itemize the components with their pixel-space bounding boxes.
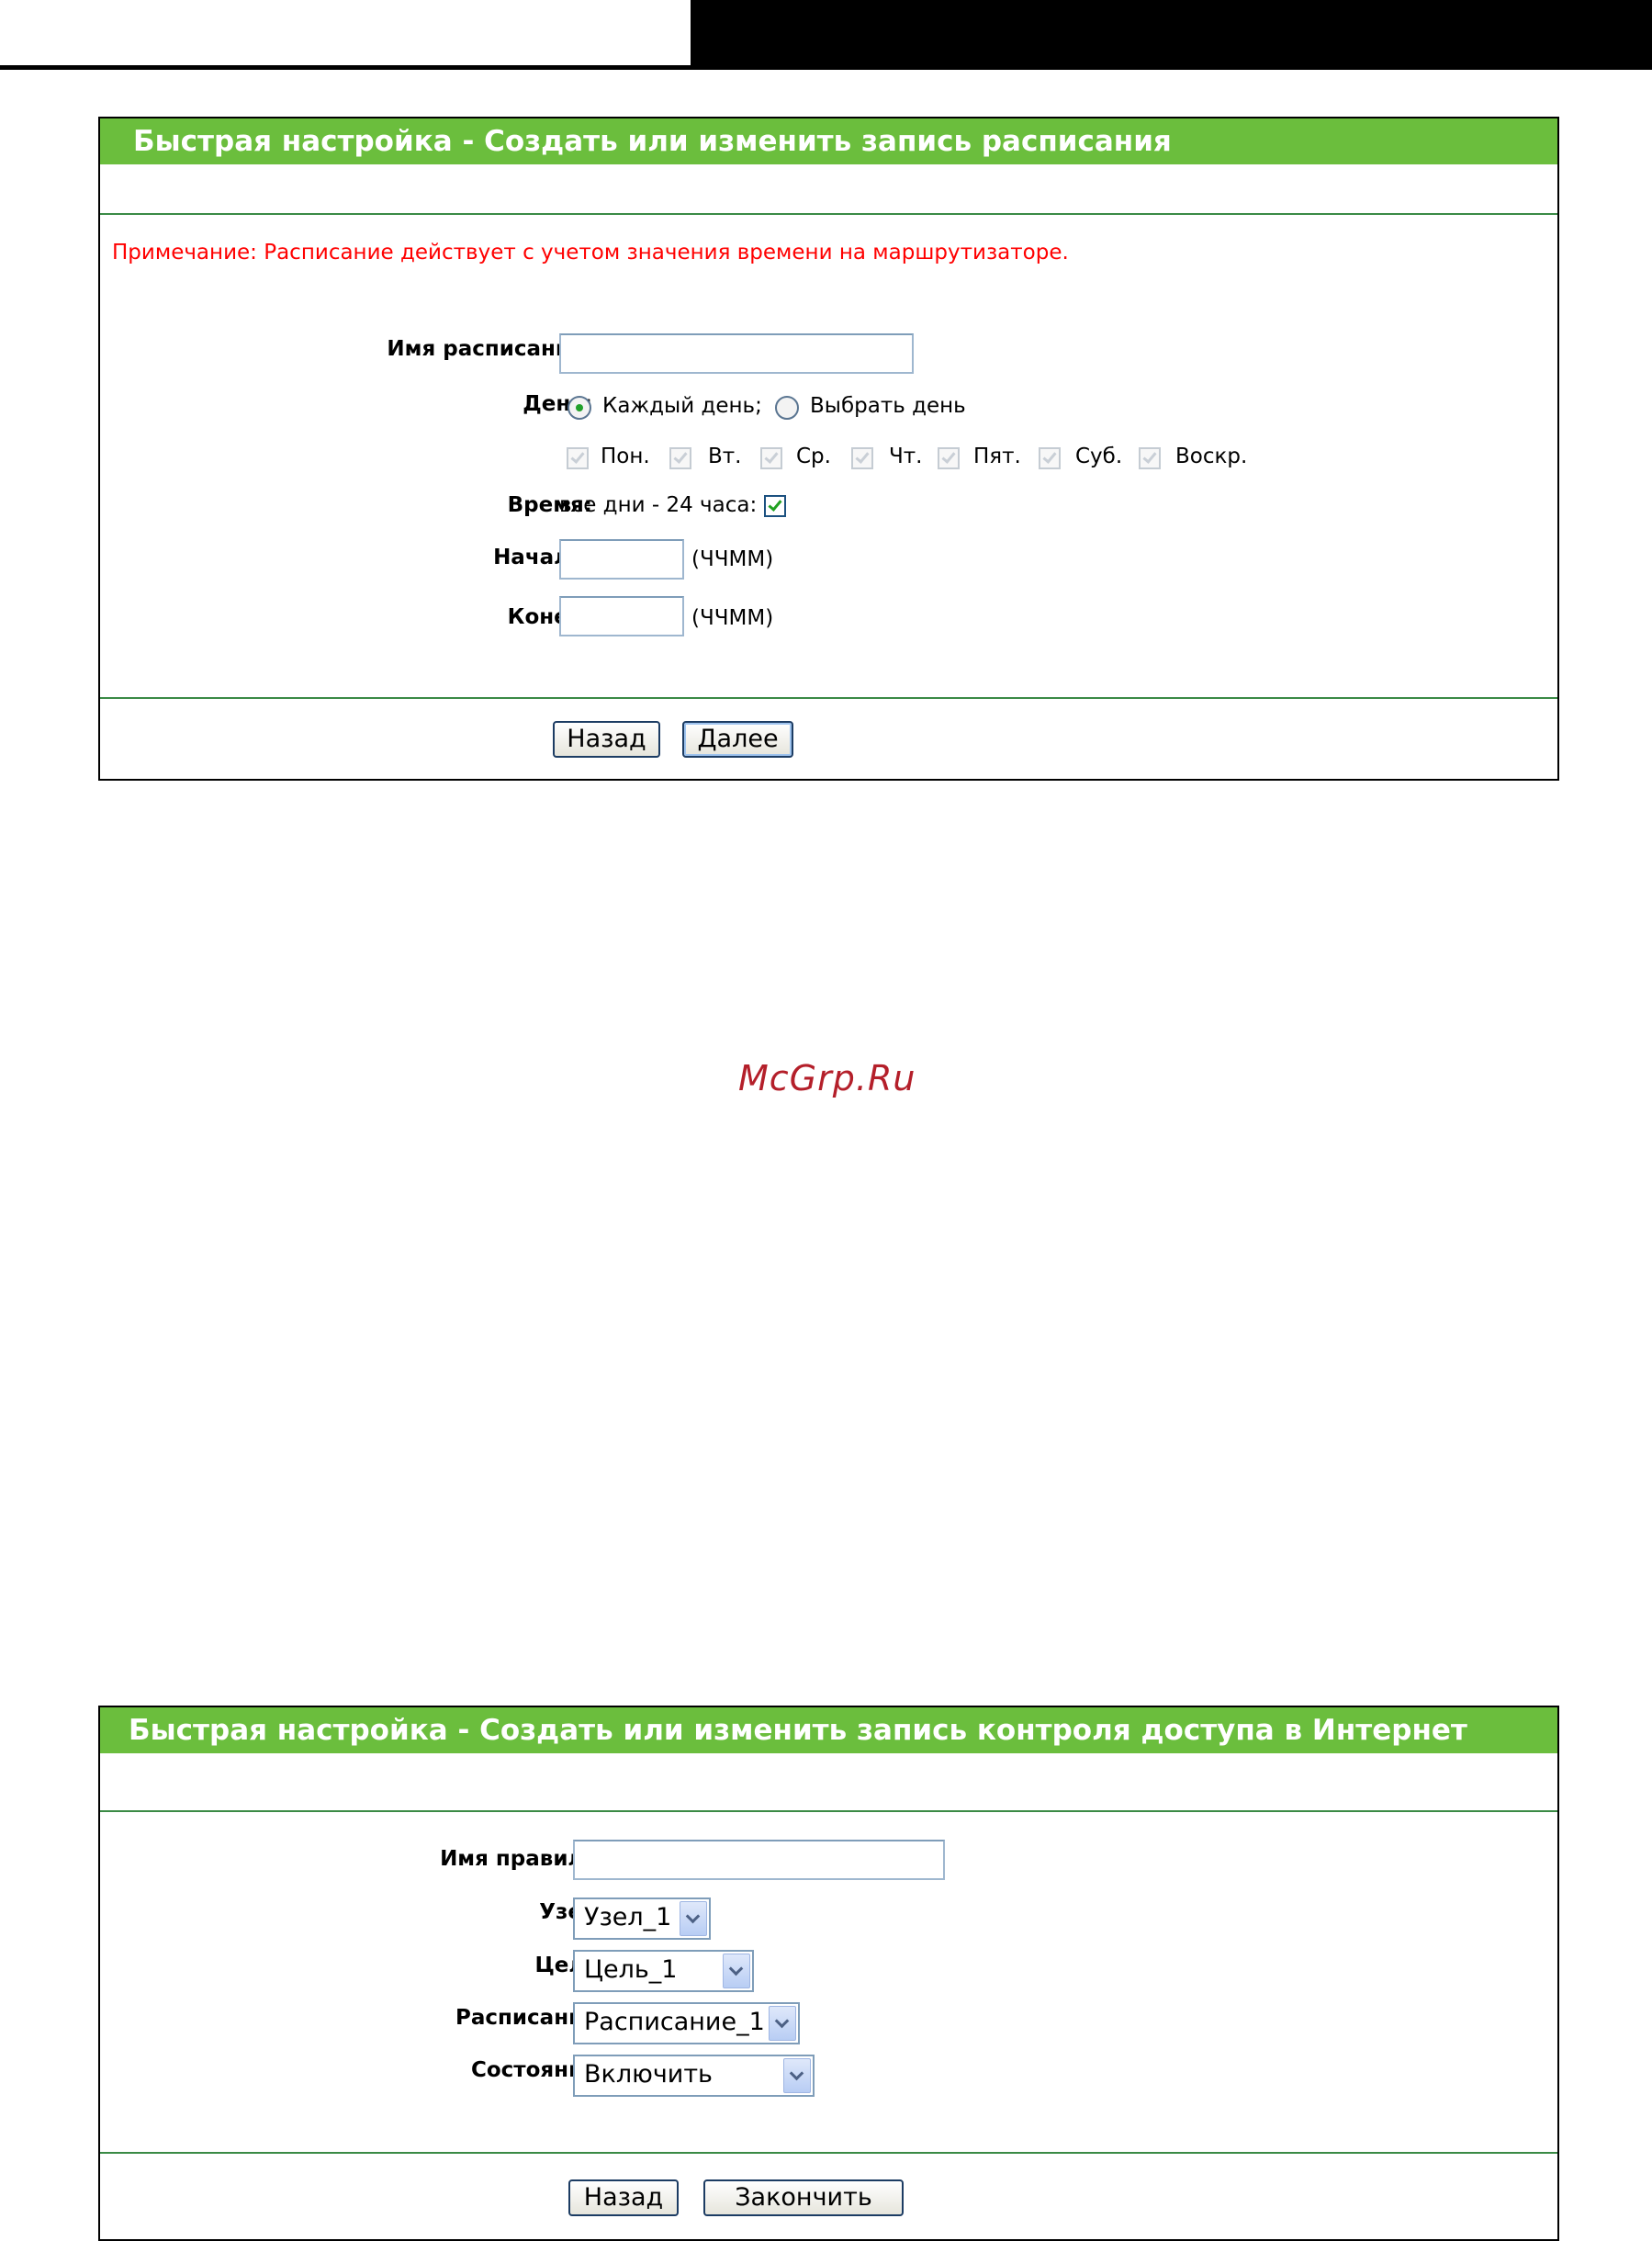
day-label-tue: Вт.	[708, 445, 742, 468]
check-icon	[768, 497, 782, 512]
chevron-down-icon	[680, 1901, 707, 1936]
every-day-radio[interactable]	[568, 396, 591, 420]
check-icon	[1142, 449, 1157, 464]
target-select-value: Цель_1	[584, 1955, 678, 1984]
schedule-note: Примечание: Расписание действует с учето…	[112, 241, 1069, 265]
access-control-panel: Быстрая настройка - Создать или изменить…	[98, 1706, 1559, 2241]
check-icon	[764, 449, 779, 464]
day-label-mon: Пон.	[601, 445, 650, 468]
access-bottom-divider	[100, 2152, 1557, 2154]
day-checkbox-tue[interactable]	[669, 447, 691, 469]
all-day-label: все дни - 24 часа:	[559, 493, 758, 517]
check-icon	[570, 449, 585, 464]
schedule-select[interactable]: Расписание_1	[573, 2002, 800, 2044]
schedule-bottom-divider	[100, 697, 1557, 699]
page-header-right	[691, 0, 1652, 70]
check-icon	[1042, 449, 1057, 464]
day-checkbox-wed[interactable]	[760, 447, 782, 469]
access-control-panel-title: Быстрая настройка - Создать или изменить…	[100, 1707, 1557, 1753]
day-checkbox-thu[interactable]	[851, 447, 873, 469]
day-checkbox-mon[interactable]	[567, 447, 589, 469]
status-select-value: Включить	[584, 2060, 713, 2089]
all-day-checkbox[interactable]	[764, 495, 786, 517]
finish-button[interactable]: Закончить	[703, 2179, 904, 2216]
chevron-down-icon	[783, 2058, 811, 2093]
watermark: McGrp.Ru	[738, 1058, 916, 1098]
chevron-down-icon	[769, 2006, 796, 2041]
day-label-sat: Суб.	[1075, 445, 1123, 468]
check-icon	[673, 449, 688, 464]
every-day-label: Каждый день;	[602, 394, 762, 418]
select-day-radio[interactable]	[775, 396, 799, 420]
day-label-wed: Ср.	[796, 445, 831, 468]
check-icon	[855, 449, 870, 464]
host-select[interactable]: Узел_1	[573, 1898, 711, 1940]
schedule-select-value: Расписание_1	[584, 2008, 765, 2036]
schedule-next-button[interactable]: Далее	[682, 721, 793, 758]
host-select-value: Узел_1	[584, 1903, 672, 1931]
day-label-thu: Чт.	[889, 445, 923, 468]
day-label-fri: Пят.	[973, 445, 1021, 468]
end-time-hint: (ЧЧММ)	[691, 606, 774, 630]
day-label-sun: Воскр.	[1175, 445, 1248, 468]
start-time-hint: (ЧЧММ)	[691, 547, 774, 571]
page-header-left	[0, 0, 691, 70]
day-checkbox-sun[interactable]	[1139, 447, 1161, 469]
access-top-divider	[100, 1810, 1557, 1812]
target-select[interactable]: Цель_1	[573, 1950, 754, 1992]
day-checkbox-sat[interactable]	[1039, 447, 1061, 469]
schedule-panel-title: Быстрая настройка - Создать или изменить…	[100, 118, 1557, 164]
schedule-back-button[interactable]: Назад	[553, 721, 660, 758]
access-back-button[interactable]: Назад	[568, 2179, 679, 2216]
chevron-down-icon	[723, 1954, 750, 1988]
status-select[interactable]: Включить	[573, 2055, 815, 2097]
day-checkbox-fri[interactable]	[938, 447, 960, 469]
rule-name-input[interactable]	[573, 1840, 945, 1880]
check-icon	[941, 449, 956, 464]
schedule-name-input[interactable]	[559, 333, 914, 374]
schedule-panel: Быстрая настройка - Создать или изменить…	[98, 117, 1559, 781]
select-day-label: Выбрать день	[810, 394, 966, 418]
start-time-input[interactable]	[559, 539, 684, 580]
end-time-input[interactable]	[559, 596, 684, 636]
schedule-top-divider	[100, 213, 1557, 215]
